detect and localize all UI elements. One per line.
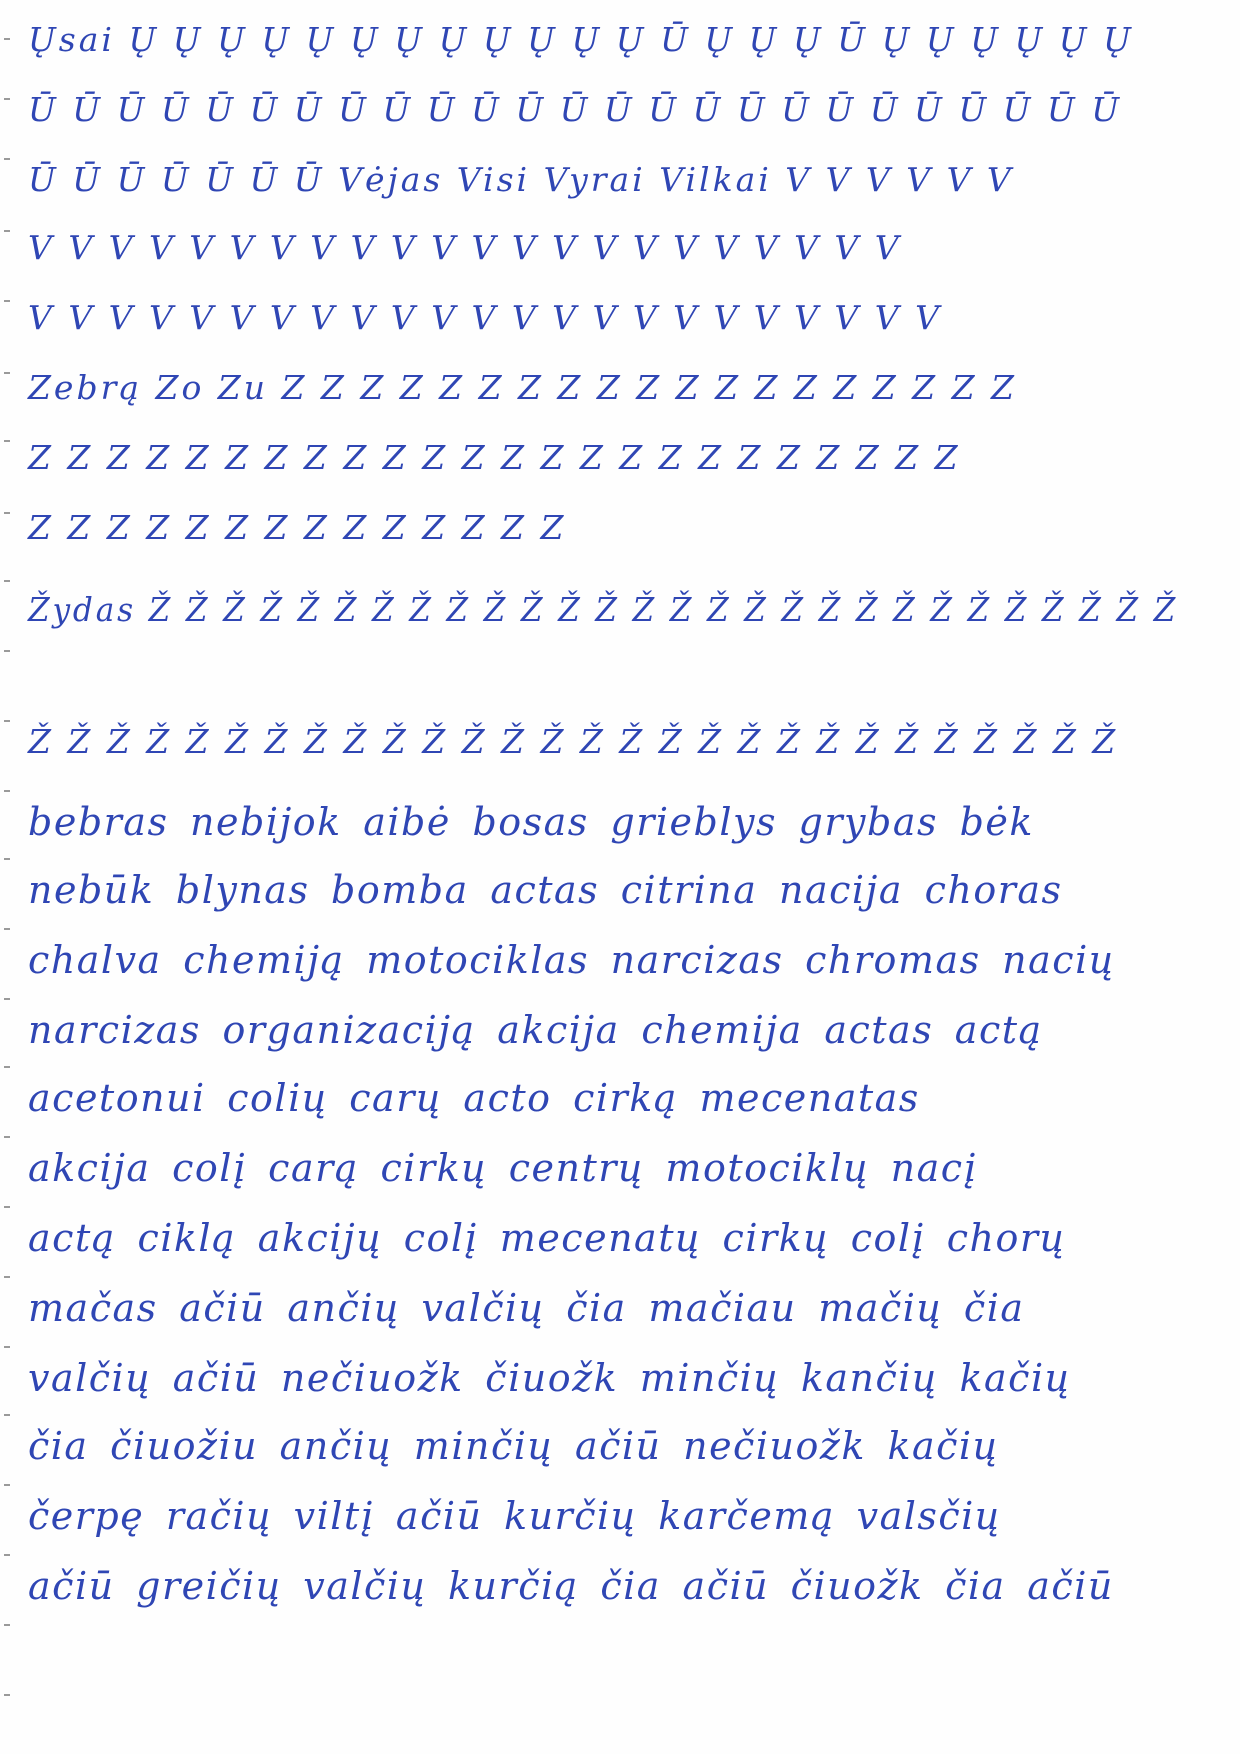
handwriting-lines: Ųsai Ų Ų Ų Ų Ų Ų Ų Ų Ų Ų Ų Ų Ū Ų Ų Ų Ū Ų… (28, 0, 1208, 1754)
margin-tick (4, 1554, 10, 1556)
handwritten-line: akcija colį carą cirkų centrų motociklų … (28, 1146, 978, 1190)
margin-tick (4, 858, 10, 860)
handwritten-line: ačiū greičių valčių kurčią čia ačiū čiuo… (28, 1564, 1114, 1608)
margin-tick (4, 512, 10, 514)
margin-tick (4, 158, 10, 160)
handwritten-line: actą ciklą akcijų colį mecenatų cirkų co… (28, 1216, 1066, 1260)
handwritten-line: Ū Ū Ū Ū Ū Ū Ū Ū Ū Ū Ū Ū Ū Ū Ū Ū Ū Ū Ū Ū … (28, 90, 1123, 129)
margin-tick (4, 580, 10, 582)
handwritten-line: nebūk blynas bomba actas citrina nacija … (28, 868, 1063, 912)
handwritten-line: V V V V V V V V V V V V V V V V V V V V … (28, 298, 942, 337)
handwritten-line: čia čiuožiu ančių minčių ačiū nečiuožk k… (28, 1424, 999, 1468)
margin-tick (4, 1206, 10, 1208)
handwritten-line: acetonui colių carų acto cirką mecenatas (28, 1076, 920, 1120)
handwritten-line: valčių ačiū nečiuožk čiuožk minčių kanči… (28, 1356, 1071, 1400)
margin-tick (4, 720, 10, 722)
notebook-page: Ųsai Ų Ų Ų Ų Ų Ų Ų Ų Ų Ų Ų Ų Ū Ų Ų Ų Ū Ų… (0, 0, 1240, 1754)
margin-tick (4, 650, 10, 652)
margin-ticks (4, 0, 16, 1754)
margin-tick (4, 1484, 10, 1486)
margin-tick (4, 998, 10, 1000)
handwritten-line: Ž Ž Ž Ž Ž Ž Ž Ž Ž Ž Ž Ž Ž Ž Ž Ž Ž Ž Ž Ž … (28, 722, 1119, 761)
handwritten-line: mačas ačiū ančių valčių čia mačiau mačių… (28, 1286, 1025, 1330)
margin-tick (4, 1276, 10, 1278)
handwritten-line: chalva chemiją motociklas narcizas chrom… (28, 938, 1115, 982)
handwritten-line: čerpę račių viltį ačiū kurčių karčemą va… (28, 1494, 1001, 1538)
margin-tick (4, 230, 10, 232)
margin-tick (4, 440, 10, 442)
handwritten-line: Z Z Z Z Z Z Z Z Z Z Z Z Z Z Z Z Z Z Z Z … (28, 438, 961, 477)
margin-tick (4, 1694, 10, 1696)
margin-tick (4, 98, 10, 100)
handwritten-line: Žydas Ž Ž Ž Ž Ž Ž Ž Ž Ž Ž Ž Ž Ž Ž Ž Ž Ž … (28, 590, 1179, 629)
margin-tick (4, 1136, 10, 1138)
margin-tick (4, 1414, 10, 1416)
margin-tick (4, 38, 10, 40)
handwritten-line: Ųsai Ų Ų Ų Ų Ų Ų Ų Ų Ų Ų Ų Ų Ū Ų Ų Ų Ū Ų… (28, 20, 1134, 59)
margin-tick (4, 790, 10, 792)
handwritten-line: narcizas organizaciją akcija chemija act… (28, 1008, 1043, 1052)
handwritten-line: Z Z Z Z Z Z Z Z Z Z Z Z Z Z (28, 508, 567, 547)
margin-tick (4, 928, 10, 930)
handwritten-line: Ū Ū Ū Ū Ū Ū Ū Vėjas Visi Vyrai Vilkai V … (28, 160, 1014, 199)
handwritten-line: Zebrą Zo Zu Z Z Z Z Z Z Z Z Z Z Z Z Z Z … (28, 368, 1017, 407)
margin-tick (4, 1624, 10, 1626)
margin-tick (4, 372, 10, 374)
handwritten-line: V V V V V V V V V V V V V V V V V V V V … (28, 228, 902, 267)
margin-tick (4, 1066, 10, 1068)
handwritten-line: bebras nebijok aibė bosas grieblys gryba… (28, 800, 1034, 844)
margin-tick (4, 1346, 10, 1348)
margin-tick (4, 300, 10, 302)
